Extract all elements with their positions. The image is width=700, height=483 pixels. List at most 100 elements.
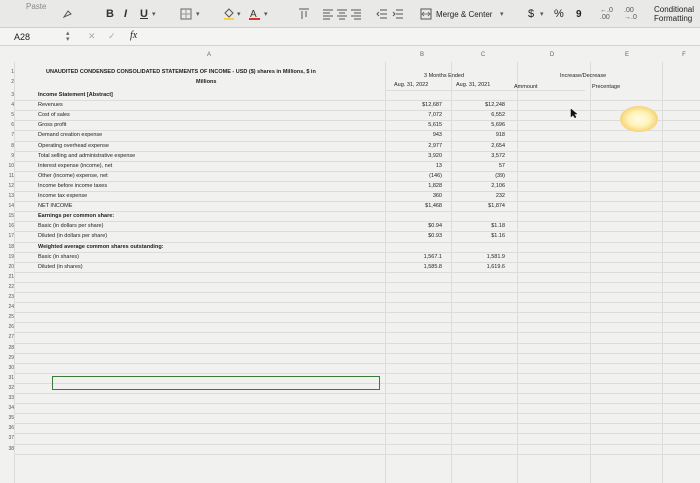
- statement-title-cont: Millions: [196, 79, 217, 85]
- increase-decimal-icon[interactable]: ←.0.00: [600, 0, 613, 28]
- grid-line: [14, 443, 700, 445]
- row-number[interactable]: 27: [0, 334, 14, 340]
- font-color-dropdown-icon[interactable]: ▾: [264, 0, 268, 28]
- function-icon[interactable]: fx: [130, 30, 137, 41]
- row-number[interactable]: 1: [0, 69, 14, 75]
- borders-dropdown-icon[interactable]: ▾: [196, 0, 200, 28]
- row-number[interactable]: 11: [0, 173, 14, 179]
- name-box-stepper-icon[interactable]: ▴ ▾: [66, 30, 70, 43]
- row-label: Operating overhead expense: [38, 142, 109, 149]
- fill-color-dropdown-icon[interactable]: ▾: [237, 0, 241, 28]
- row-number[interactable]: 22: [0, 284, 14, 290]
- column-header-b[interactable]: B: [384, 52, 460, 62]
- row-number[interactable]: 12: [0, 183, 14, 189]
- row-number[interactable]: 8: [0, 143, 14, 149]
- grid-line: [14, 372, 700, 374]
- column-header-e[interactable]: E: [592, 52, 662, 62]
- row-number[interactable]: 19: [0, 254, 14, 260]
- row-number[interactable]: 18: [0, 244, 14, 250]
- row-number[interactable]: 21: [0, 274, 14, 280]
- grid-line: [14, 201, 700, 203]
- cancel-icon[interactable]: ✕: [88, 31, 96, 42]
- column-header-d[interactable]: D: [516, 52, 588, 62]
- grid-line: [14, 110, 700, 112]
- conditional-formatting-button[interactable]: Conditional Formatting: [654, 0, 694, 28]
- enter-icon[interactable]: ✓: [108, 31, 116, 42]
- grid-line: [14, 393, 700, 394]
- column-header-f[interactable]: F: [664, 52, 700, 62]
- merge-dropdown-icon[interactable]: ▾: [500, 0, 504, 28]
- decrease-indent-icon[interactable]: [376, 0, 388, 28]
- currency-dropdown-icon[interactable]: ▾: [540, 0, 544, 28]
- value-aug-2021: $1,874: [488, 203, 505, 210]
- grid-line: [14, 120, 700, 122]
- statement-title: UNAUDITED CONDENSED CONSOLIDATED STATEME…: [46, 69, 316, 75]
- row-number[interactable]: 31: [0, 375, 14, 381]
- row-number[interactable]: 6: [0, 122, 14, 128]
- row-number[interactable]: 14: [0, 203, 14, 209]
- row-number[interactable]: 2: [0, 79, 14, 85]
- row-number[interactable]: 3: [0, 92, 14, 98]
- grid-line: [14, 231, 700, 233]
- row-number[interactable]: 28: [0, 345, 14, 351]
- row-number[interactable]: 33: [0, 395, 14, 401]
- column-header-a[interactable]: A: [14, 52, 404, 62]
- merge-center-button[interactable]: Merge & Center: [436, 0, 492, 28]
- row-number[interactable]: 38: [0, 446, 14, 452]
- value-aug-2021: 6,552: [491, 112, 505, 119]
- row-number[interactable]: 25: [0, 314, 14, 320]
- row-number[interactable]: 29: [0, 355, 14, 361]
- row-number[interactable]: 32: [0, 385, 14, 391]
- underline-dropdown-icon[interactable]: ▾: [152, 0, 156, 28]
- value-aug-2021: (39): [495, 172, 505, 179]
- row-number[interactable]: 24: [0, 304, 14, 310]
- row-number[interactable]: 13: [0, 193, 14, 199]
- row-number[interactable]: 30: [0, 365, 14, 371]
- row-number[interactable]: 34: [0, 405, 14, 411]
- currency-button[interactable]: $: [528, 0, 534, 28]
- bold-button[interactable]: B: [106, 0, 114, 28]
- row-number[interactable]: 26: [0, 324, 14, 330]
- row-number[interactable]: 7: [0, 132, 14, 138]
- fill-color-icon[interactable]: [222, 0, 236, 28]
- row-label: Earnings per common share:: [38, 213, 115, 220]
- row-number[interactable]: 37: [0, 435, 14, 441]
- borders-icon[interactable]: [180, 0, 192, 28]
- align-center-icon[interactable]: [336, 0, 348, 28]
- row-number[interactable]: 4: [0, 102, 14, 108]
- value-aug-2022: 1,828: [428, 182, 442, 189]
- selected-cell-a28[interactable]: [52, 376, 380, 390]
- align-top-icon[interactable]: [298, 0, 310, 28]
- row-number[interactable]: 17: [0, 233, 14, 239]
- comma-style-button[interactable]: 9: [576, 0, 582, 28]
- row-label: Other (income) expense, net: [38, 172, 108, 179]
- percent-button[interactable]: %: [554, 0, 564, 28]
- column-header-c[interactable]: C: [450, 52, 516, 62]
- row-number[interactable]: 23: [0, 294, 14, 300]
- row-label: Income tax expense: [38, 193, 88, 199]
- value-aug-2021: 5,696: [491, 122, 505, 129]
- row-number[interactable]: 9: [0, 153, 14, 159]
- row-number[interactable]: 35: [0, 415, 14, 421]
- align-right-icon[interactable]: [350, 0, 362, 28]
- format-painter-icon[interactable]: [62, 0, 74, 28]
- increase-indent-icon[interactable]: [392, 0, 404, 28]
- row-number[interactable]: 16: [0, 223, 14, 229]
- row-number[interactable]: 15: [0, 213, 14, 219]
- font-color-icon[interactable]: A: [248, 0, 262, 28]
- conditional-formatting-label-1: Conditional: [654, 5, 695, 14]
- row-number[interactable]: 10: [0, 163, 14, 169]
- spreadsheet-grid[interactable]: 1 2 UNAUDITED CONDENSED CONSOLIDATED STA…: [0, 62, 700, 483]
- align-left-icon[interactable]: [322, 0, 334, 28]
- formula-input[interactable]: [150, 28, 700, 46]
- decrease-decimal-icon[interactable]: .00 →.0: [624, 0, 637, 28]
- row-number[interactable]: 5: [0, 112, 14, 118]
- value-aug-2021: 1,581.9: [486, 253, 505, 260]
- row-number[interactable]: 20: [0, 264, 14, 270]
- paste-button[interactable]: Paste: [26, 0, 46, 20]
- merge-center-icon[interactable]: [420, 0, 432, 28]
- italic-button[interactable]: I: [124, 0, 127, 28]
- underline-button[interactable]: U: [140, 0, 148, 28]
- name-box[interactable]: A28: [0, 28, 58, 46]
- row-number[interactable]: 36: [0, 425, 14, 431]
